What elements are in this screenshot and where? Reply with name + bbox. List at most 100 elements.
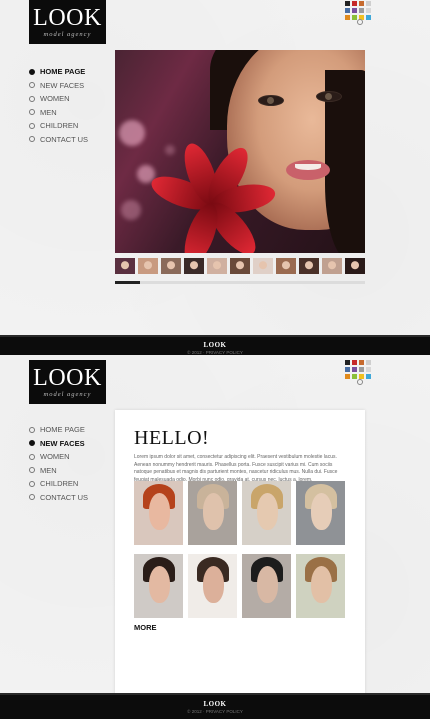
- color-swatch[interactable]: [352, 8, 357, 13]
- nav-item-label: HOME PAGE: [40, 67, 86, 77]
- model-gallery: [134, 481, 345, 618]
- model-photo[interactable]: [188, 554, 237, 618]
- hero-slide-image: [115, 50, 365, 253]
- model-photo[interactable]: [188, 481, 237, 545]
- slider-thumbnail[interactable]: [322, 258, 342, 274]
- nav-item-label: CHILDREN: [40, 121, 79, 131]
- slider-thumbnails: [115, 258, 365, 274]
- color-swatch[interactable]: [359, 8, 364, 13]
- nav-item-label: WOMEN: [40, 452, 70, 462]
- model-photo[interactable]: [296, 554, 345, 618]
- nav-item-women[interactable]: WOMEN: [29, 450, 88, 464]
- nav-item-contact-us[interactable]: CONTACT US: [29, 133, 88, 147]
- slider-thumbnail[interactable]: [207, 258, 227, 274]
- nav-item-label: NEW FACES: [40, 438, 85, 448]
- color-swatch[interactable]: [359, 1, 364, 6]
- logo-tagline: model agency: [43, 391, 92, 398]
- nav-item-label: CONTACT US: [40, 134, 89, 144]
- color-swatch[interactable]: [366, 1, 371, 6]
- bullet-icon: [29, 82, 35, 89]
- nav-item-new-faces[interactable]: NEW FACES: [29, 79, 88, 93]
- slider-progress-bar[interactable]: [115, 281, 365, 284]
- color-swatch[interactable]: [359, 360, 364, 365]
- logo[interactable]: LOOK model agency: [29, 360, 106, 404]
- logo-title: LOOK: [33, 5, 102, 31]
- main-nav: HOME PAGE NEW FACES WOMEN MEN CHILDREN CONTAC…: [29, 65, 88, 146]
- bullet-icon: [29, 453, 35, 460]
- bullet-icon: [29, 440, 35, 447]
- color-swatch[interactable]: [345, 367, 350, 372]
- slider-thumbnail[interactable]: [253, 258, 273, 274]
- nav-item-women[interactable]: WOMEN: [29, 92, 88, 106]
- slider-thumbnail[interactable]: [299, 258, 319, 274]
- color-swatch[interactable]: [359, 367, 364, 372]
- nav-item-label: CONTACT US: [40, 492, 89, 502]
- page-heading: HELLO!: [134, 427, 210, 449]
- bullet-icon: [29, 426, 35, 433]
- nav-item-home-page[interactable]: HOME PAGE: [29, 65, 88, 79]
- color-swatch[interactable]: [345, 360, 350, 365]
- nav-item-new-faces[interactable]: NEW FACES: [29, 437, 88, 451]
- bullet-icon: [29, 480, 35, 487]
- color-swatch[interactable]: [366, 360, 371, 365]
- nav-item-men[interactable]: MEN: [29, 464, 88, 478]
- footer: LOOK © 2012 · PRIVACY POLICY: [0, 693, 430, 719]
- bullet-icon: [29, 136, 35, 143]
- color-swatch[interactable]: [345, 1, 350, 6]
- bullet-icon: [29, 494, 35, 501]
- model-photo[interactable]: [242, 481, 291, 545]
- slider-thumbnail[interactable]: [345, 258, 365, 274]
- nav-item-children[interactable]: CHILDREN: [29, 119, 88, 133]
- logo[interactable]: LOOK model agency: [29, 0, 106, 44]
- slider-thumbnail[interactable]: [115, 258, 135, 274]
- color-swatch[interactable]: [345, 374, 350, 379]
- slider-thumbnail[interactable]: [276, 258, 296, 274]
- color-swatch[interactable]: [352, 374, 357, 379]
- nav-item-men[interactable]: MEN: [29, 106, 88, 120]
- slider-progress-fill: [115, 281, 140, 284]
- bullet-icon: [29, 68, 35, 75]
- color-swatch[interactable]: [345, 8, 350, 13]
- color-swatch[interactable]: [366, 15, 371, 20]
- style-reset-icon[interactable]: [357, 19, 363, 25]
- nav-item-label: CHILDREN: [40, 479, 79, 489]
- color-swatch[interactable]: [366, 8, 371, 13]
- color-swatches: [345, 360, 371, 379]
- footer: LOOK © 2012 · PRIVACY POLICY: [0, 335, 430, 357]
- footer-logo[interactable]: LOOK: [0, 695, 430, 708]
- slider-thumbnail[interactable]: [138, 258, 158, 274]
- color-swatch[interactable]: [352, 1, 357, 6]
- model-photo[interactable]: [134, 481, 183, 545]
- color-swatch[interactable]: [366, 374, 371, 379]
- logo-title: LOOK: [33, 365, 102, 391]
- slider-thumbnail[interactable]: [230, 258, 250, 274]
- main-nav: HOME PAGE NEW FACES WOMEN MEN CHILDREN CONTAC…: [29, 423, 88, 504]
- nav-item-label: WOMEN: [40, 94, 70, 104]
- nav-item-children[interactable]: CHILDREN: [29, 477, 88, 491]
- nav-item-home-page[interactable]: HOME PAGE: [29, 423, 88, 437]
- nav-item-label: NEW FACES: [40, 80, 85, 90]
- nav-item-label: MEN: [40, 107, 57, 117]
- bullet-icon: [29, 467, 35, 474]
- nav-item-contact-us[interactable]: CONTACT US: [29, 491, 88, 505]
- style-reset-icon[interactable]: [357, 379, 363, 385]
- color-swatch[interactable]: [352, 367, 357, 372]
- home-page-preview: LOOK model agency HOME PAGE NEW FACES WOME…: [0, 0, 430, 335]
- logo-tagline: model agency: [43, 31, 92, 38]
- footer-copyright[interactable]: © 2012 · PRIVACY POLICY: [0, 709, 430, 714]
- nav-item-label: MEN: [40, 465, 57, 475]
- model-photo[interactable]: [242, 554, 291, 618]
- color-swatch[interactable]: [345, 15, 350, 20]
- slider-thumbnail[interactable]: [161, 258, 181, 274]
- more-link[interactable]: MORE: [134, 623, 157, 632]
- intro-text: Lorem ipsum dolor sit amet, consectetur …: [134, 454, 338, 483]
- nav-item-label: HOME PAGE: [40, 425, 85, 435]
- model-photo[interactable]: [296, 481, 345, 545]
- model-photo[interactable]: [134, 554, 183, 618]
- footer-logo[interactable]: LOOK: [0, 337, 430, 349]
- color-swatch[interactable]: [352, 360, 357, 365]
- color-swatches: [345, 1, 371, 20]
- slider-thumbnail[interactable]: [184, 258, 204, 274]
- color-swatch[interactable]: [366, 367, 371, 372]
- color-swatch[interactable]: [352, 15, 357, 20]
